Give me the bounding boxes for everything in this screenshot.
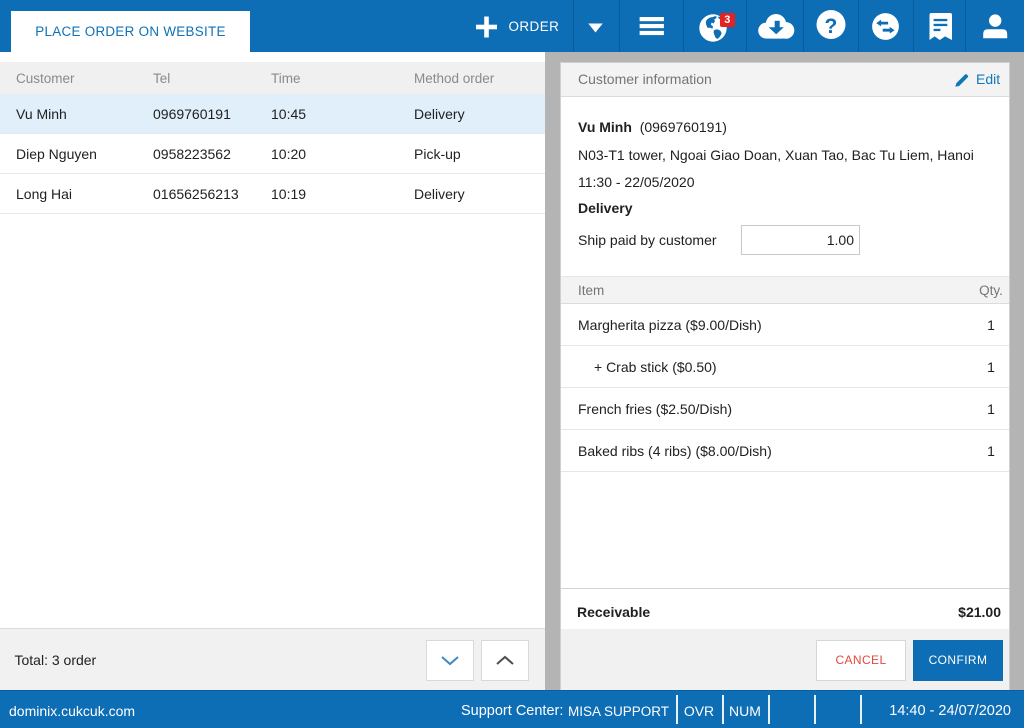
svg-text:?: ? (824, 15, 837, 38)
